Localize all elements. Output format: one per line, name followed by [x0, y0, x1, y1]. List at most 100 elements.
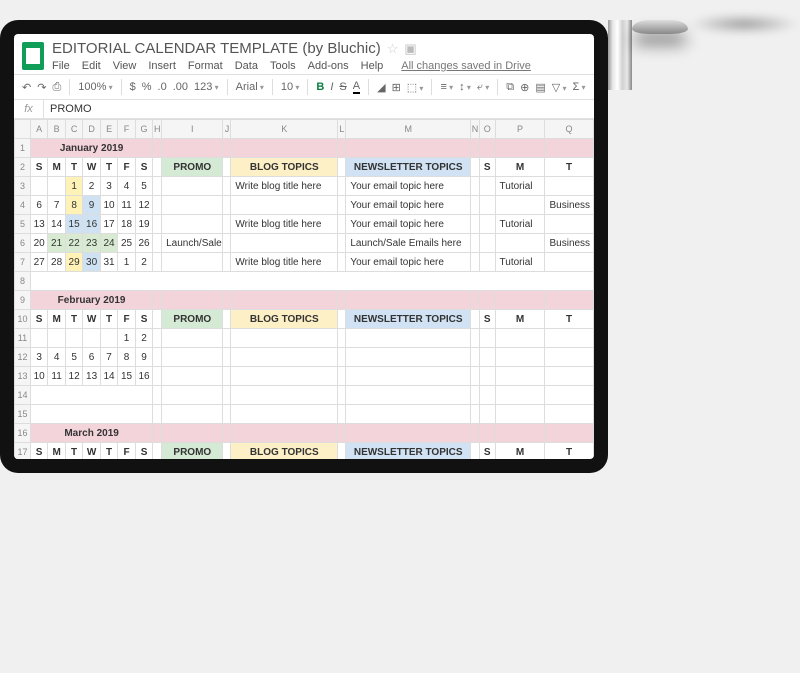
promo-header[interactable]: PROMO — [162, 443, 223, 460]
blog-cell[interactable]: Write blog title here — [231, 177, 338, 196]
table-row[interactable]: 10 S M T W T F S PROMO BLOG TOPICS NEWSL… — [15, 310, 594, 329]
cal-cell[interactable]: 24 — [100, 234, 117, 253]
table-row[interactable]: 3 1 2 3 4 5 Write blog title here Your e… — [15, 177, 594, 196]
cal-cell[interactable]: 1 — [65, 177, 82, 196]
t-cell[interactable]: Business — [545, 196, 593, 215]
cal-cell[interactable]: 17 — [100, 215, 117, 234]
col-header[interactable]: N — [471, 120, 480, 139]
menu-view[interactable]: View — [113, 60, 137, 72]
link-icon[interactable]: ⧉ — [506, 81, 514, 94]
col-header[interactable]: J — [223, 120, 231, 139]
undo-icon[interactable]: ↶ — [22, 81, 31, 94]
m-cell[interactable]: Tutorial — [495, 215, 545, 234]
redo-icon[interactable]: ↷ — [37, 81, 46, 94]
col-m[interactable]: M — [495, 310, 545, 329]
cal-cell[interactable]: 1 — [118, 329, 135, 348]
table-row[interactable]: 8 — [15, 272, 594, 291]
col-header[interactable]: E — [100, 120, 117, 139]
halign-icon[interactable]: ≡ — [440, 81, 453, 93]
col-t[interactable]: T — [545, 310, 593, 329]
spreadsheet-grid[interactable]: A B C D E F G H I J K L M N O P Q — [14, 119, 594, 459]
blog-cell[interactable]: Write blog title here — [231, 215, 338, 234]
news-cell[interactable]: Your email topic here — [346, 177, 471, 196]
day-header[interactable]: F — [118, 310, 135, 329]
day-header[interactable]: T — [65, 310, 82, 329]
cal-cell[interactable]: 23 — [83, 234, 100, 253]
cal-cell[interactable]: 30 — [83, 253, 100, 272]
cal-cell[interactable]: 2 — [83, 177, 100, 196]
col-header[interactable]: C — [65, 120, 82, 139]
month-title[interactable]: January 2019 — [30, 139, 152, 158]
cal-cell[interactable]: 6 — [83, 348, 100, 367]
cal-cell[interactable] — [30, 177, 47, 196]
cal-cell[interactable]: 12 — [135, 196, 152, 215]
decimal-dec-icon[interactable]: .0 — [158, 81, 167, 93]
day-header[interactable]: W — [83, 443, 100, 460]
cal-cell[interactable]: 16 — [83, 215, 100, 234]
cal-cell[interactable]: 4 — [118, 177, 135, 196]
day-header[interactable]: W — [83, 310, 100, 329]
cal-cell[interactable]: 14 — [100, 367, 117, 386]
functions-icon[interactable]: Σ — [573, 81, 586, 93]
folder-icon[interactable]: ▣ — [404, 41, 416, 57]
table-row[interactable]: 13 10111213141516 — [15, 367, 594, 386]
promo-header[interactable]: PROMO — [162, 310, 223, 329]
news-cell[interactable]: Launch/Sale Emails here — [346, 234, 471, 253]
col-header[interactable]: I — [162, 120, 223, 139]
news-cell[interactable]: Your email topic here — [346, 215, 471, 234]
cal-cell[interactable]: 4 — [48, 348, 65, 367]
news-header[interactable]: NEWSLETTER TOPICS — [346, 310, 471, 329]
col-s[interactable]: S — [479, 158, 495, 177]
cal-cell[interactable]: 15 — [118, 367, 135, 386]
promo-cell[interactable]: Launch/Sale — [162, 234, 223, 253]
decimal-inc-icon[interactable]: .00 — [173, 81, 188, 93]
day-header[interactable]: T — [100, 310, 117, 329]
menu-tools[interactable]: Tools — [270, 60, 296, 72]
cal-cell[interactable]: 2 — [135, 253, 152, 272]
col-header[interactable]: G — [135, 120, 152, 139]
cal-cell[interactable]: 7 — [100, 348, 117, 367]
cal-cell[interactable]: 31 — [100, 253, 117, 272]
cal-cell[interactable] — [30, 329, 47, 348]
col-header[interactable]: H — [153, 120, 162, 139]
fill-color-icon[interactable]: ◢ — [377, 81, 385, 94]
cal-cell[interactable]: 8 — [65, 196, 82, 215]
table-row[interactable]: 9 February 2019 — [15, 291, 594, 310]
cal-cell[interactable] — [48, 329, 65, 348]
col-m[interactable]: M — [495, 443, 545, 460]
day-header[interactable]: M — [48, 443, 65, 460]
bold-button[interactable]: B — [316, 81, 324, 93]
month-title[interactable]: February 2019 — [30, 291, 152, 310]
day-header[interactable]: F — [118, 443, 135, 460]
document-title[interactable]: EDITORIAL CALENDAR TEMPLATE (by Bluchic) — [52, 40, 381, 57]
menu-format[interactable]: Format — [188, 60, 223, 72]
font-select[interactable]: Arial — [236, 81, 264, 93]
cal-cell[interactable]: 18 — [118, 215, 135, 234]
day-header[interactable]: T — [100, 158, 117, 177]
table-row[interactable]: 1 January 2019 — [15, 139, 594, 158]
star-icon[interactable]: ☆ — [387, 41, 399, 57]
numfmt-select[interactable]: 123 — [194, 81, 219, 93]
table-row[interactable]: 17 S M T W T F S PROMO BLOG TOPICS NEWSL… — [15, 443, 594, 460]
cal-cell[interactable] — [65, 329, 82, 348]
cal-cell[interactable]: 11 — [48, 367, 65, 386]
blog-header[interactable]: BLOG TOPICS — [231, 443, 338, 460]
news-cell[interactable]: Your email topic here — [346, 253, 471, 272]
day-header[interactable]: T — [65, 158, 82, 177]
table-row[interactable]: 14 — [15, 386, 594, 405]
cal-cell[interactable]: 11 — [118, 196, 135, 215]
cal-cell[interactable]: 1 — [118, 253, 135, 272]
col-header[interactable]: O — [479, 120, 495, 139]
blog-header[interactable]: BLOG TOPICS — [231, 310, 338, 329]
cal-cell[interactable]: 9 — [135, 348, 152, 367]
day-header[interactable]: S — [30, 443, 47, 460]
italic-button[interactable]: I — [330, 81, 333, 93]
col-header[interactable]: M — [346, 120, 471, 139]
cal-cell[interactable]: 13 — [30, 215, 47, 234]
cal-cell[interactable]: 14 — [48, 215, 65, 234]
formula-input[interactable]: PROMO — [44, 100, 98, 118]
col-header[interactable]: L — [338, 120, 346, 139]
text-color-button[interactable]: A — [353, 80, 360, 94]
col-header[interactable]: K — [231, 120, 338, 139]
cal-cell[interactable]: 2 — [135, 329, 152, 348]
